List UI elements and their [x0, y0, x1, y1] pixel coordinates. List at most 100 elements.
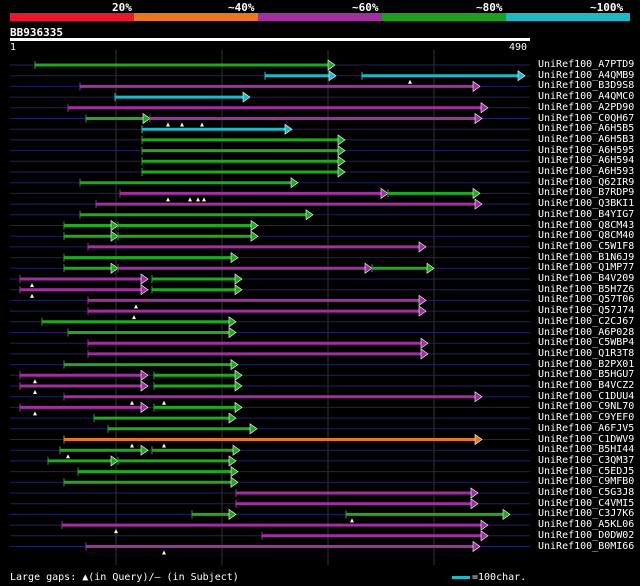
- hit-label[interactable]: UniRef100_B1N6J9: [538, 252, 634, 263]
- segment-arrow: [230, 252, 239, 264]
- hit-label[interactable]: UniRef100_C1DWV9: [538, 434, 634, 445]
- segment-arrow: [364, 262, 373, 274]
- hit-label[interactable]: UniRef100_Q3BKI1: [538, 198, 634, 209]
- hit-label[interactable]: UniRef100_A5KL06: [538, 519, 634, 530]
- hit-label[interactable]: UniRef100_C5EDJ5: [538, 466, 634, 477]
- hit-label[interactable]: UniRef100_Q62IR9: [538, 177, 634, 188]
- query-gap-marker: [30, 293, 34, 298]
- segment-arrow: [480, 519, 489, 531]
- hit-label[interactable]: UniRef100_C9MFB0: [538, 476, 634, 487]
- segment-arrow: [418, 305, 427, 317]
- hit-label[interactable]: UniRef100_B5HGU7: [538, 369, 634, 380]
- segment-arrow: [418, 241, 427, 253]
- hit-label[interactable]: UniRef100_B5HI44: [538, 444, 634, 455]
- hit-label[interactable]: UniRef100_A2PD90: [538, 102, 634, 113]
- hit-label[interactable]: UniRef100_A6H5B3: [538, 134, 634, 145]
- scale-legend: =100char.: [452, 572, 526, 583]
- hit-label[interactable]: UniRef100_B3D9S8: [538, 80, 634, 91]
- hit-label[interactable]: UniRef100_C3J7K6: [538, 508, 634, 519]
- segment-arrow: [230, 476, 239, 488]
- query-gap-marker: [33, 411, 37, 416]
- segment-arrow: [228, 455, 237, 467]
- scale-legend-text: =100char.: [472, 572, 527, 583]
- hit-label[interactable]: UniRef100_A6H594: [538, 155, 634, 166]
- segment-arrow: [140, 273, 149, 285]
- query-gap-marker: [162, 443, 166, 448]
- segment-arrow: [234, 284, 243, 296]
- hit-label[interactable]: UniRef100_C0QH67: [538, 113, 634, 124]
- hit-label[interactable]: UniRef100_B4V209: [538, 273, 634, 284]
- segment-arrow: [426, 262, 435, 274]
- query-gap-marker: [30, 283, 34, 287]
- hit-label[interactable]: UniRef100_C9YEF0: [538, 412, 634, 423]
- hit-label[interactable]: UniRef100_C9NL70: [538, 401, 634, 412]
- query-gap-marker: [188, 197, 192, 202]
- gap-legend: Large gaps: ▲(in Query)/— (in Subject): [10, 572, 239, 583]
- segment-arrow: [140, 444, 149, 456]
- segment-arrow: [234, 401, 243, 413]
- hit-label[interactable]: UniRef100_Q1R3T8: [538, 348, 634, 359]
- query-gap-marker: [66, 454, 70, 459]
- hit-label[interactable]: UniRef100_A4QMB9: [538, 70, 634, 81]
- segment-arrow: [420, 348, 429, 360]
- hit-label[interactable]: UniRef100_B5H7Z6: [538, 284, 634, 295]
- segment-arrow: [140, 380, 149, 392]
- hit-label[interactable]: UniRef100_Q8CM43: [538, 220, 634, 231]
- segment-arrow: [234, 273, 243, 285]
- segment-arrow: [140, 284, 149, 296]
- segment-arrow: [517, 70, 526, 82]
- hit-label[interactable]: UniRef100_A6H595: [538, 145, 634, 156]
- query-gap-marker: [130, 443, 134, 448]
- segment-arrow: [228, 508, 237, 520]
- hit-label[interactable]: UniRef100_A6H5B5: [538, 123, 634, 134]
- scale-swatch: [452, 575, 470, 579]
- hit-label[interactable]: UniRef100_C3QM37: [538, 455, 634, 466]
- query-gap-marker: [130, 400, 134, 405]
- segment-arrow: [480, 530, 489, 542]
- hit-label[interactable]: UniRef100_C5G3J8: [538, 487, 634, 498]
- segment-arrow: [230, 359, 239, 371]
- hit-label[interactable]: UniRef100_B0MI66: [538, 541, 634, 552]
- segment-arrow: [140, 369, 149, 381]
- hit-label[interactable]: UniRef100_C2CJ67: [538, 316, 634, 327]
- hit-label[interactable]: UniRef100_B4YIG7: [538, 209, 634, 220]
- hit-label[interactable]: UniRef100_A6FJV5: [538, 423, 634, 434]
- hit-label[interactable]: UniRef100_A4QMC0: [538, 91, 634, 102]
- hit-label[interactable]: UniRef100_D0DW02: [538, 530, 634, 541]
- hit-label[interactable]: UniRef100_C5WBP4: [538, 337, 634, 348]
- query-gap-marker: [162, 550, 166, 555]
- segment-arrow: [110, 219, 119, 232]
- hit-label[interactable]: UniRef100_C5W1F8: [538, 241, 634, 252]
- hit-label[interactable]: UniRef100_A6P028: [538, 327, 634, 338]
- hit-label[interactable]: UniRef100_B2PX01: [538, 359, 634, 370]
- query-gap-marker: [180, 122, 184, 127]
- segment-arrow: [474, 391, 483, 403]
- hit-label[interactable]: UniRef100_Q57T06: [538, 294, 634, 305]
- segment-arrow: [502, 508, 511, 520]
- query-gap-marker: [166, 122, 170, 127]
- hit-label[interactable]: UniRef100_C4VMI5: [538, 498, 634, 509]
- hit-label[interactable]: UniRef100_Q1MP77: [538, 262, 634, 273]
- segment-arrow: [420, 337, 429, 349]
- hit-label[interactable]: UniRef100_A7PTD9: [538, 59, 634, 70]
- segment-arrow: [290, 177, 299, 189]
- query-gap-marker: [200, 122, 204, 127]
- query-gap-marker: [114, 529, 118, 534]
- segment-arrow: [232, 444, 241, 456]
- hit-label[interactable]: UniRef100_Q57J74: [538, 305, 634, 316]
- hit-label[interactable]: UniRef100_Q8CM40: [538, 230, 634, 241]
- segment-arrow: [472, 540, 481, 553]
- segment-arrow: [472, 80, 481, 92]
- query-gap-marker: [132, 315, 136, 320]
- hit-label[interactable]: UniRef100_A6H593: [538, 166, 634, 177]
- segment-arrow: [142, 112, 151, 125]
- segment-arrow: [380, 187, 389, 199]
- hit-label[interactable]: UniRef100_B7RDP9: [538, 187, 634, 198]
- hit-label[interactable]: UniRef100_C1DUU4: [538, 391, 634, 402]
- segment-arrow: [140, 401, 149, 413]
- hit-label[interactable]: UniRef100_B4VCZ2: [538, 380, 634, 391]
- query-gap-marker: [33, 390, 37, 394]
- query-gap-marker: [162, 400, 166, 405]
- segment-arrow: [470, 487, 479, 499]
- segment-arrow: [305, 209, 314, 221]
